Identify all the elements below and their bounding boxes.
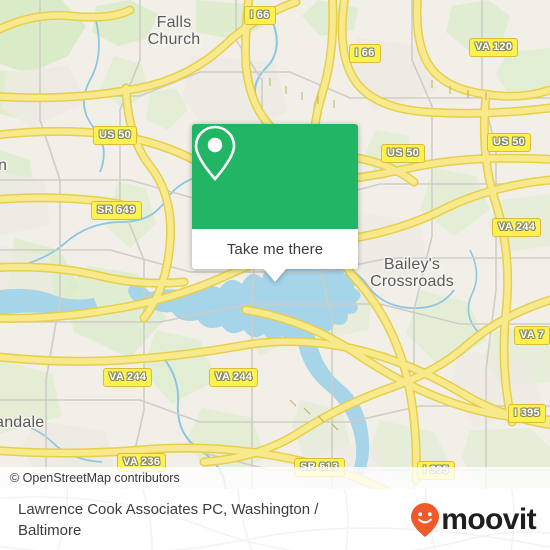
shield-sr-649: SR 649 (91, 201, 142, 220)
map-canvas[interactable]: FallsChurch Bailey'sCrossroads nandale n… (0, 0, 550, 489)
shield-va-244-b: VA 244 (103, 368, 153, 387)
footer-bar: Lawrence Cook Associates PC, Washington … (0, 489, 550, 550)
shield-i-66-a: I 66 (244, 6, 276, 25)
take-me-there-label: Take me there (226, 240, 324, 258)
location-title: Lawrence Cook Associates PC, Washington … (18, 500, 319, 539)
map-attribution[interactable]: © OpenStreetMap contributors (0, 467, 550, 489)
shield-us-50-c: US 50 (487, 133, 532, 152)
shield-va-7: VA 7 (514, 326, 550, 345)
attribution-text: © OpenStreetMap contributors (10, 471, 180, 485)
take-me-there-button[interactable]: Take me there (192, 229, 358, 269)
popup-tail (264, 269, 286, 282)
shield-va-244-c: VA 244 (209, 368, 259, 387)
shield-va-120: VA 120 (469, 38, 519, 57)
screenshot-root: FallsChurch Bailey'sCrossroads nandale n… (0, 0, 550, 550)
moovit-logo[interactable]: moovit (410, 502, 537, 537)
shield-va-244-a: VA 244 (492, 218, 542, 237)
moovit-wordmark: moovit (441, 502, 536, 536)
shield-us-50-b: US 50 (381, 144, 426, 163)
shield-i-66-b: I 66 (349, 44, 381, 63)
shield-us-50-a: US 50 (93, 126, 138, 145)
map-pin-icon (194, 125, 236, 181)
moovit-pin-smiley-icon (411, 502, 440, 537)
popup-header (192, 124, 358, 229)
shield-i-395-a: I 395 (508, 404, 546, 423)
location-popup[interactable]: Take me there (192, 124, 358, 282)
